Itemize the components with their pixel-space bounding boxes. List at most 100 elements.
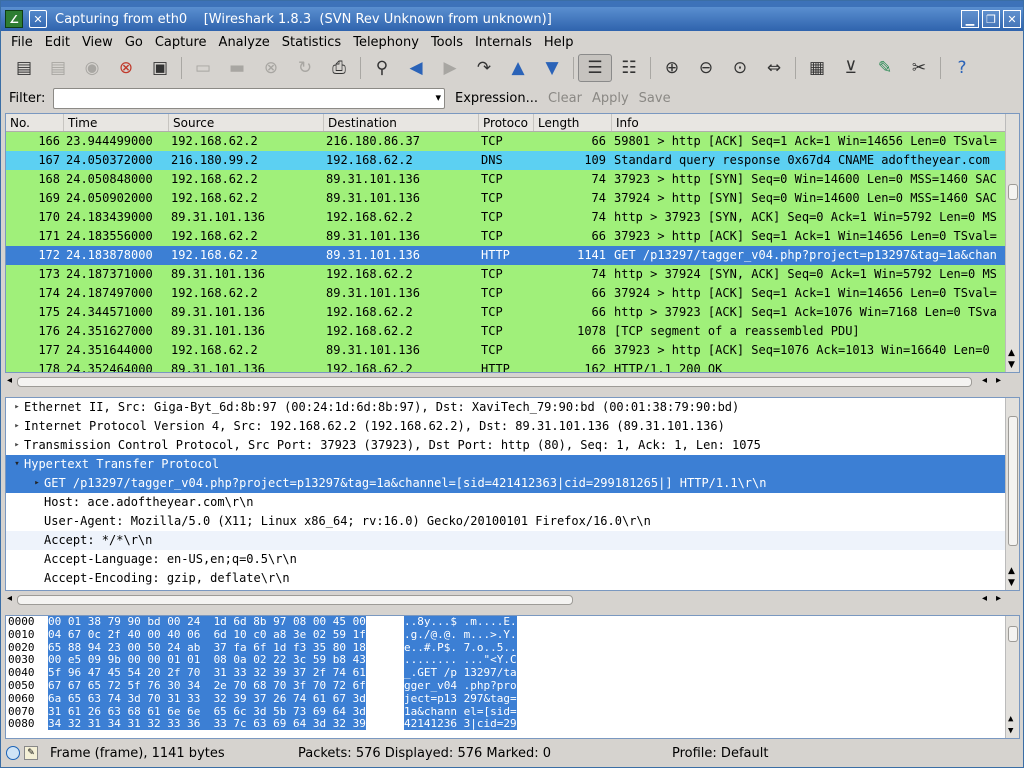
auto-scroll-icon[interactable]: ☷	[612, 54, 646, 82]
scrollbar-thumb[interactable]	[1008, 416, 1018, 546]
packet-list-hscrollbar[interactable]: ◂ ◂ ▸	[5, 375, 1005, 389]
zoom-normal-icon[interactable]: ⊙	[723, 54, 757, 82]
scroll-left-icon[interactable]: ◂	[982, 593, 987, 604]
scroll-right-icon[interactable]: ▸	[996, 375, 1001, 386]
scroll-left-icon[interactable]: ◂	[7, 375, 12, 386]
detail-row[interactable]: ▸ Internet Protocol Version 4, Src: 192.1…	[6, 417, 1019, 436]
save-file-icon[interactable]: ▬	[220, 54, 254, 82]
scroll-down-icon[interactable]: ▼	[1008, 726, 1013, 736]
menu-go[interactable]: Go	[119, 35, 149, 50]
menu-help[interactable]: Help	[538, 35, 580, 50]
table-row[interactable]: 174 24.187497000 192.168.62.2 89.31.101.136…	[6, 284, 1019, 303]
table-row[interactable]: 171 24.183556000 192.168.62.2 89.31.101.136…	[6, 227, 1019, 246]
find-packet-icon[interactable]: ⚲	[365, 54, 399, 82]
start-capture-icon[interactable]: ◉	[75, 54, 109, 82]
maximize-icon[interactable]: ❐	[982, 10, 1000, 28]
window-menu-icon[interactable]: ✕	[29, 10, 47, 28]
detail-row[interactable]: Accept-Language: en-US,en;q=0.5\r\n	[6, 550, 1019, 569]
apply-button[interactable]: Apply	[592, 91, 629, 106]
help-icon[interactable]: ?	[945, 54, 979, 82]
detail-row[interactable]: Host: ace.adoftheyear.com\r\n	[6, 493, 1019, 512]
table-row[interactable]: 176 24.351627000 89.31.101.136 192.168.62.2…	[6, 322, 1019, 341]
scroll-left-icon[interactable]: ◂	[7, 593, 12, 604]
column-header-no[interactable]: No.	[6, 114, 64, 131]
expert-info-icon[interactable]	[6, 746, 20, 760]
chevron-right-icon[interactable]: ▸	[10, 417, 24, 436]
table-row[interactable]: 173 24.187371000 89.31.101.136 192.168.62.2…	[6, 265, 1019, 284]
column-header-info[interactable]: Info	[612, 114, 1007, 131]
go-to-packet-icon[interactable]: ↷	[467, 54, 501, 82]
menu-view[interactable]: View	[76, 35, 119, 50]
bytes-scrollbar[interactable]: ▲ ▼	[1005, 616, 1019, 738]
menu-capture[interactable]: Capture	[149, 35, 213, 50]
detail-row[interactable]: ▸ GET /p13297/tagger_v04.php?project=p132…	[6, 474, 1019, 493]
scroll-right-icon[interactable]: ▸	[996, 593, 1001, 604]
interfaces-icon[interactable]: ▤	[7, 54, 41, 82]
scroll-left-icon[interactable]: ◂	[982, 375, 987, 386]
bytes-row[interactable]: 0050 67 67 65 72 5f 76 30 34 2e 70 68 70 …	[6, 678, 1019, 693]
go-last-packet-icon[interactable]: ▼	[535, 54, 569, 82]
minimize-icon[interactable]: ▁	[961, 10, 979, 28]
restart-capture-icon[interactable]: ▣	[143, 54, 177, 82]
bytes-row[interactable]: 0080 34 32 31 34 31 32 33 36 33 7c 63 69 …	[6, 717, 1019, 731]
details-scrollbar[interactable]: ▲ ▼	[1005, 398, 1019, 590]
print-icon[interactable]: ⎙	[322, 54, 356, 82]
colorize-icon[interactable]: ☰	[578, 54, 612, 82]
menu-edit[interactable]: Edit	[39, 35, 76, 50]
column-header-length[interactable]: Length	[534, 114, 612, 131]
coloring-rules-icon[interactable]: ✎	[868, 54, 902, 82]
bytes-row[interactable]: 0000 00 01 38 79 90 bd 00 24 1d 6d 8b 97 …	[6, 616, 1019, 629]
stop-capture-icon[interactable]: ⊗	[109, 54, 143, 82]
display-filters-icon[interactable]: ⊻	[834, 54, 868, 82]
hscrollbar-thumb[interactable]	[17, 595, 573, 605]
chevron-right-icon[interactable]: ▸	[10, 436, 24, 455]
table-row[interactable]: 170 24.183439000 89.31.101.136 192.168.62.2…	[6, 208, 1019, 227]
capture-comments-icon[interactable]: ✎	[24, 746, 38, 760]
scroll-down-icon[interactable]: ▼	[1008, 360, 1015, 370]
table-row[interactable]: 166 23.944499000 192.168.62.2 216.180.86.37…	[6, 132, 1019, 151]
menu-analyze[interactable]: Analyze	[213, 35, 276, 50]
status-profile[interactable]: Profile: Default	[672, 746, 768, 761]
menu-tools[interactable]: Tools	[425, 35, 469, 50]
capture-filters-icon[interactable]: ▦	[800, 54, 834, 82]
bytes-row[interactable]: 0010 04 67 0c 2f 40 00 40 06 6d 10 c0 a8 …	[6, 627, 1019, 642]
details-hscrollbar[interactable]: ◂ ◂ ▸	[5, 593, 1005, 607]
table-row[interactable]: 178 24.352464000 89.31.101.136 192.168.62.2…	[6, 360, 1019, 372]
go-forward-icon[interactable]: ▶	[433, 54, 467, 82]
detail-row[interactable]: Accept-Encoding: gzip, deflate\r\n	[6, 569, 1019, 588]
chevron-down-icon[interactable]: ▾	[10, 455, 24, 474]
menu-telephony[interactable]: Telephony	[347, 35, 425, 50]
packet-list-scrollbar[interactable]: ▲ ▼	[1005, 114, 1019, 372]
open-file-icon[interactable]: ▭	[186, 54, 220, 82]
packet-list-pane[interactable]: No. Time Source Destination Protoco Leng…	[5, 113, 1020, 373]
scroll-up-icon[interactable]: ▲	[1008, 714, 1013, 724]
scrollbar-thumb[interactable]	[1008, 184, 1018, 200]
column-header-time[interactable]: Time	[64, 114, 169, 131]
scroll-up-icon[interactable]: ▲	[1008, 348, 1015, 358]
save-button[interactable]: Save	[639, 91, 671, 106]
zoom-out-icon[interactable]: ⊖	[689, 54, 723, 82]
menu-file[interactable]: File	[5, 35, 39, 50]
go-back-icon[interactable]: ◀	[399, 54, 433, 82]
chevron-right-icon[interactable]: ▸	[30, 474, 44, 493]
table-row[interactable]: 177 24.351644000 192.168.62.2 89.31.101.136…	[6, 341, 1019, 360]
chevron-right-icon[interactable]: ▸	[10, 398, 24, 417]
detail-row[interactable]: ▾ Hypertext Transfer Protocol	[6, 455, 1005, 474]
close-icon[interactable]: ✕	[1003, 10, 1021, 28]
packet-bytes-pane[interactable]: 0000 00 01 38 79 90 bd 00 24 1d 6d 8b 97 …	[5, 615, 1020, 739]
wireshark-app-icon[interactable]: ∠	[5, 10, 23, 28]
scrollbar-thumb[interactable]	[1008, 626, 1018, 642]
preferences-icon[interactable]: ✂	[902, 54, 936, 82]
column-header-protocol[interactable]: Protoco	[479, 114, 534, 131]
expression-button[interactable]: Expression...	[455, 91, 538, 106]
menu-statistics[interactable]: Statistics	[276, 35, 347, 50]
chevron-down-icon[interactable]: ▾	[435, 91, 441, 104]
detail-row[interactable]: User-Agent: Mozilla/5.0 (X11; Linux x86_…	[6, 512, 1019, 531]
reload-icon[interactable]: ↻	[288, 54, 322, 82]
table-row[interactable]: 172 24.183878000 192.168.62.2 89.31.101.136…	[6, 246, 1019, 265]
clear-button[interactable]: Clear	[548, 91, 582, 106]
zoom-in-icon[interactable]: ⊕	[655, 54, 689, 82]
table-row[interactable]: 169 24.050902000 192.168.62.2 89.31.101.136…	[6, 189, 1019, 208]
column-header-source[interactable]: Source	[169, 114, 324, 131]
column-header-destination[interactable]: Destination	[324, 114, 479, 131]
